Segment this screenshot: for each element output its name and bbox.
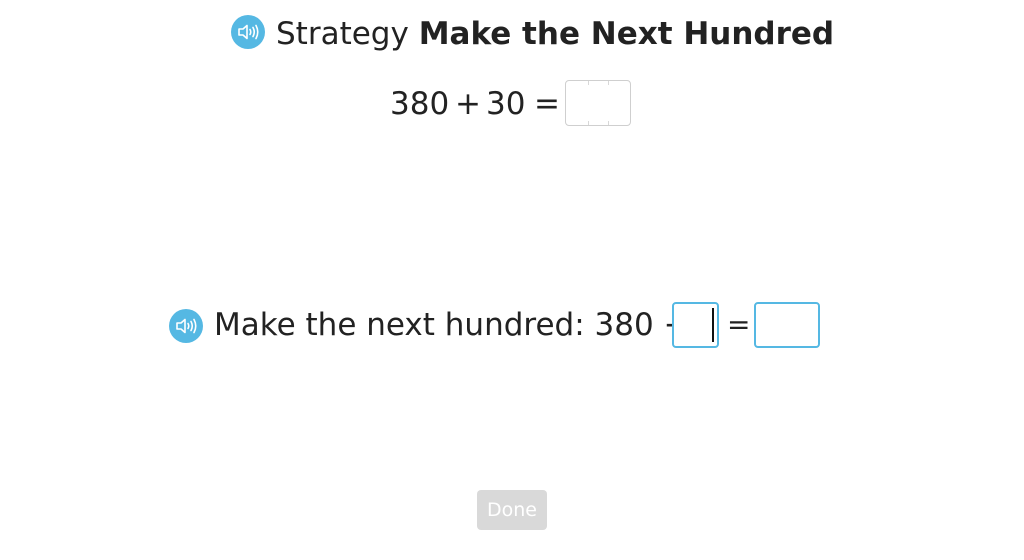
done-button[interactable]: Done [477, 490, 547, 530]
title-prefix: Strategy [276, 16, 409, 52]
answer-box-tick [588, 81, 589, 85]
equation-equals: = [534, 86, 560, 122]
equation-answer-box [565, 80, 631, 126]
answer-box-tick [588, 121, 589, 125]
sum-input[interactable] [754, 302, 820, 348]
equation-operand-2: 30 [486, 86, 526, 122]
title-row: Strategy Make the Next Hundred [0, 12, 1024, 56]
question-equals: = [727, 308, 751, 341]
speaker-icon[interactable] [169, 309, 203, 343]
text-caret [712, 308, 714, 342]
equation-operator: + [455, 86, 481, 122]
question-row: Make the next hundred: 380 + = [0, 300, 1024, 350]
answer-box-tick [608, 121, 609, 125]
page-title: Strategy Make the Next Hundred [276, 12, 834, 56]
title-strategy-name: Make the Next Hundred [418, 16, 835, 52]
speaker-glyph [238, 24, 259, 40]
answer-box-tick [608, 81, 609, 85]
equation-operand-1: 380 [390, 86, 450, 122]
question-prompt: Make the next hundred: 380 + [214, 307, 690, 343]
speaker-icon[interactable] [231, 15, 265, 49]
speaker-glyph [176, 318, 197, 334]
